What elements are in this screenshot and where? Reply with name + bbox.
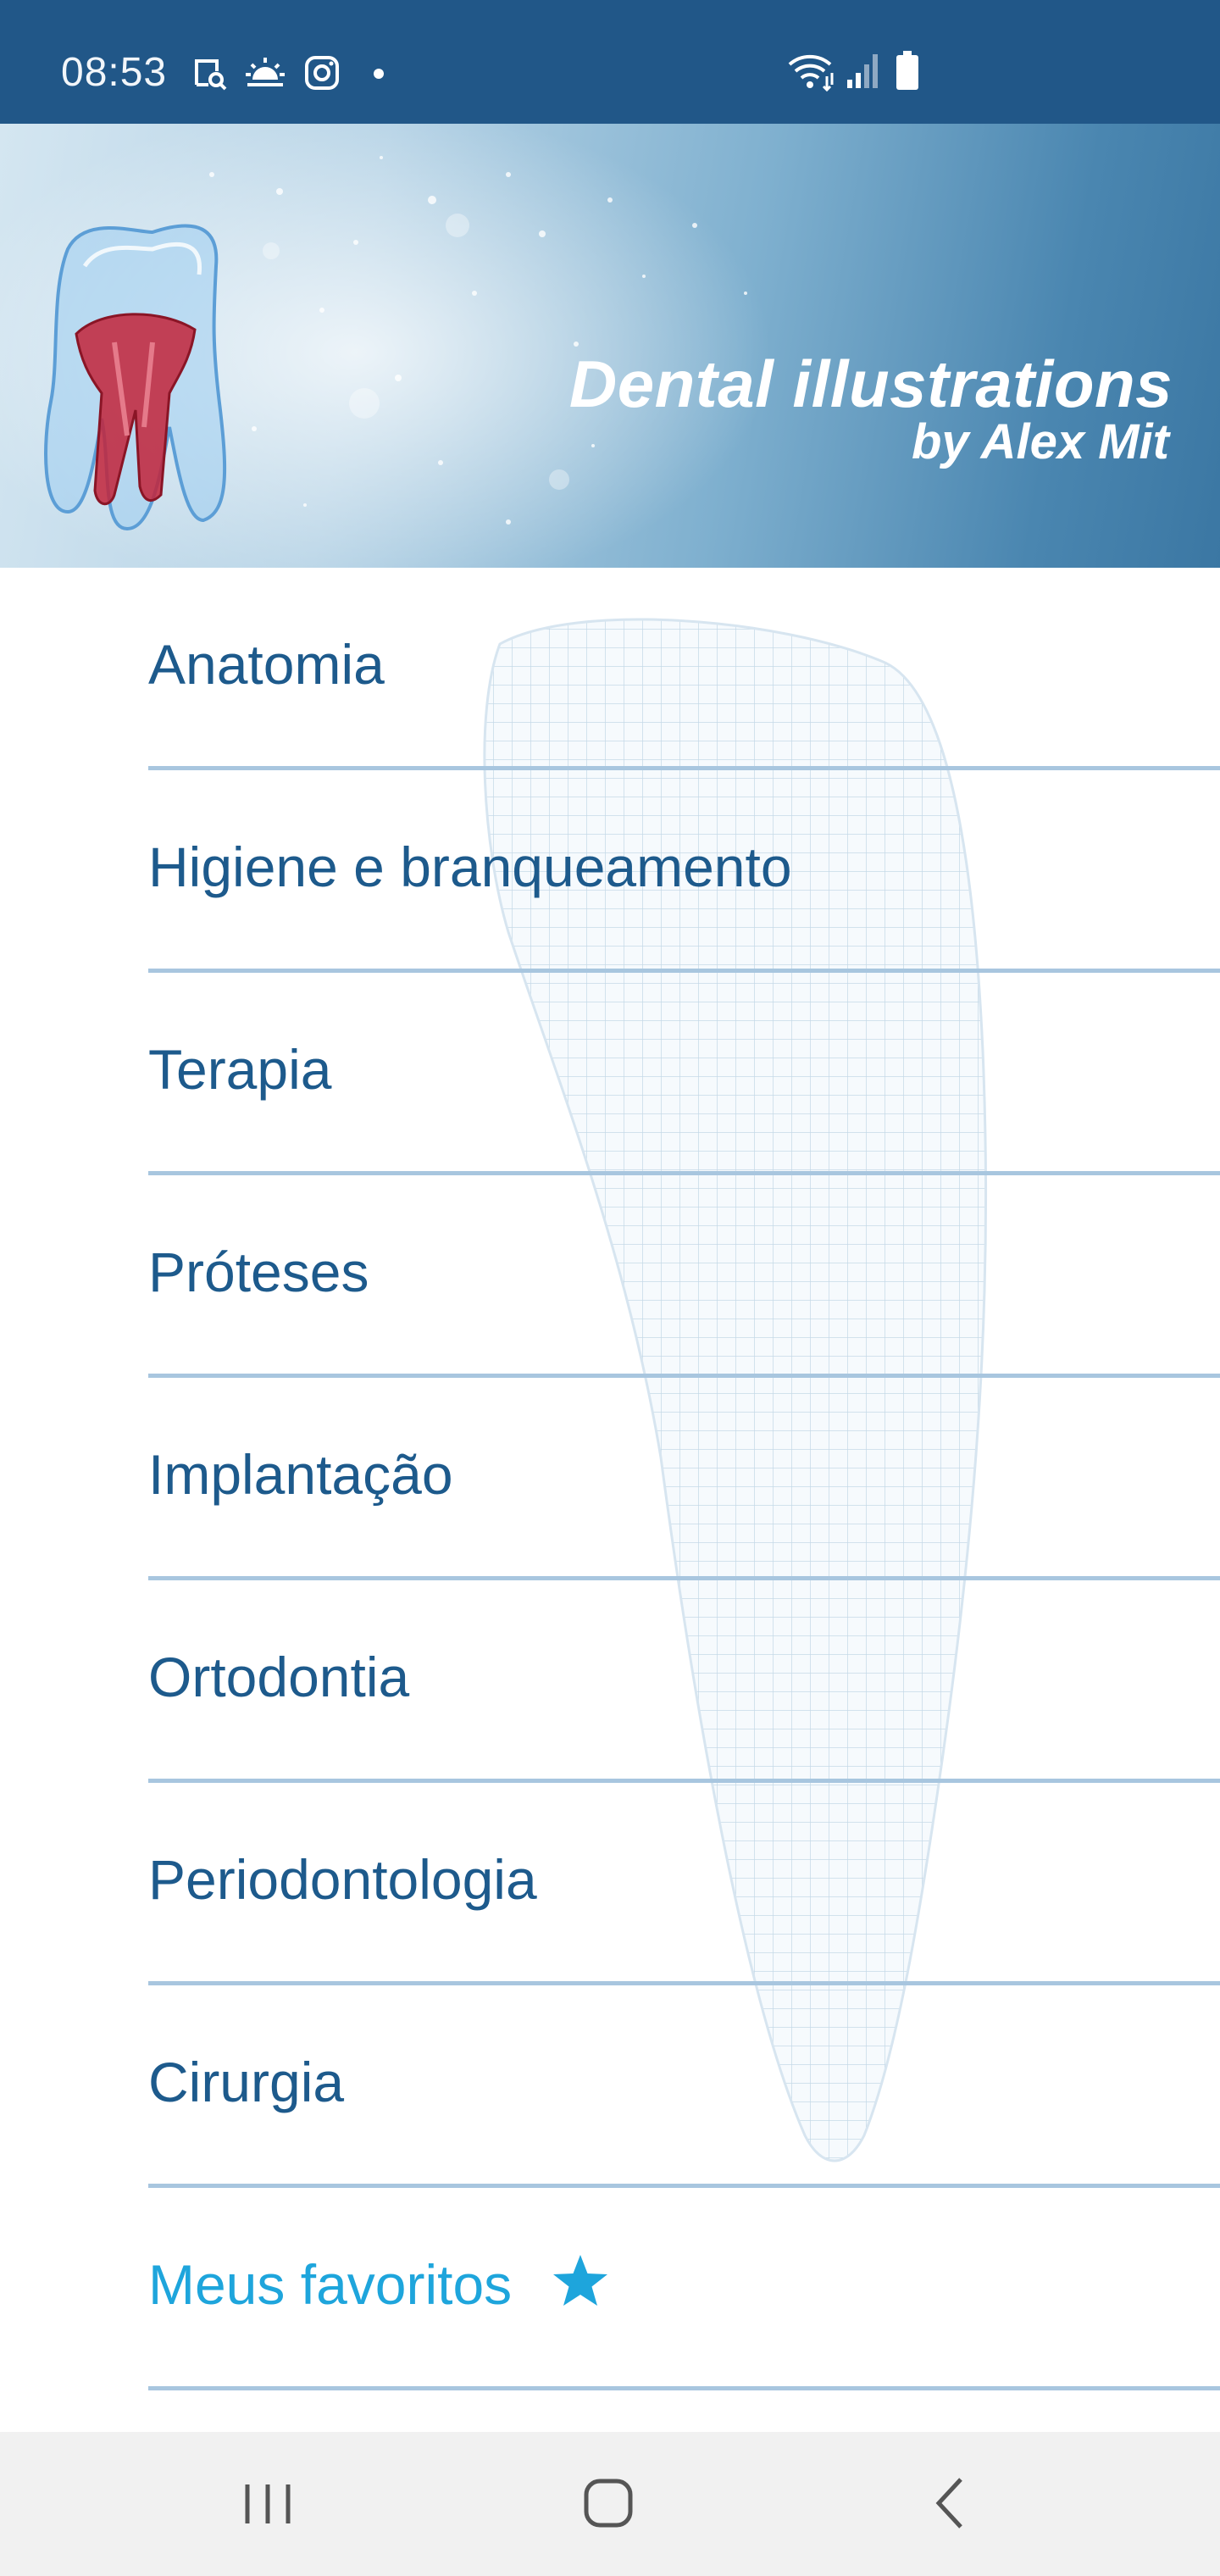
menu-item-label: Cirurgia xyxy=(148,2051,345,2113)
recent-apps-icon[interactable] xyxy=(217,2466,319,2542)
home-icon[interactable] xyxy=(557,2466,659,2542)
battery-icon xyxy=(896,51,918,90)
category-menu: Anatomia Higiene e branqueamento Terapia… xyxy=(0,568,1220,2432)
notification-dot-icon xyxy=(374,69,384,79)
screenshot-icon xyxy=(195,59,227,91)
app-title: Dental illustrations xyxy=(568,347,1173,421)
app-header-banner: Dental illustrations by Alex Mit xyxy=(0,124,1220,568)
menu-item-label: Anatomia xyxy=(148,633,385,696)
app-subtitle: by Alex Mit xyxy=(911,414,1169,469)
favorites-label: Meus favoritos xyxy=(148,2253,513,2316)
status-bar: 08:53 xyxy=(0,0,1220,124)
menu-item-label: Terapia xyxy=(148,1038,332,1101)
star-icon xyxy=(552,2255,607,2306)
divider xyxy=(148,2386,1220,2390)
menu-item-label: Ortodontia xyxy=(148,1646,410,1708)
menu-item-ortodontia[interactable]: Ortodontia xyxy=(148,1580,1220,1783)
wifi-icon xyxy=(788,54,834,92)
menu-item-meus-favoritos[interactable]: Meus favoritos xyxy=(148,2188,1220,2390)
system-navigation-bar xyxy=(0,2432,1220,2576)
status-time: 08:53 xyxy=(61,50,168,95)
tooth-logo-image xyxy=(44,224,227,531)
menu-item-proteses[interactable]: Próteses xyxy=(148,1175,1220,1378)
signal-icon xyxy=(847,54,878,88)
menu-item-higiene-e-branqueamento[interactable]: Higiene e branqueamento xyxy=(148,770,1220,973)
back-icon[interactable] xyxy=(900,2466,1001,2542)
menu-item-cirurgia[interactable]: Cirurgia xyxy=(148,1985,1220,2188)
menu-item-implantacao[interactable]: Implantação xyxy=(148,1378,1220,1580)
favorites-label-wrap: Meus favoritos xyxy=(148,2252,609,2317)
menu-item-label: Implantação xyxy=(148,1443,453,1506)
menu-item-anatomia[interactable]: Anatomia xyxy=(148,568,1220,770)
menu-item-label: Higiene e branqueamento xyxy=(148,836,792,898)
menu-item-periodontologia[interactable]: Periodontologia xyxy=(148,1783,1220,1985)
menu-item-terapia[interactable]: Terapia xyxy=(148,973,1220,1175)
menu-item-label: Periodontologia xyxy=(148,1848,537,1911)
menu-item-label: Próteses xyxy=(148,1241,369,1303)
instagram-icon xyxy=(305,56,339,90)
weather-sunrise-icon xyxy=(246,58,285,86)
